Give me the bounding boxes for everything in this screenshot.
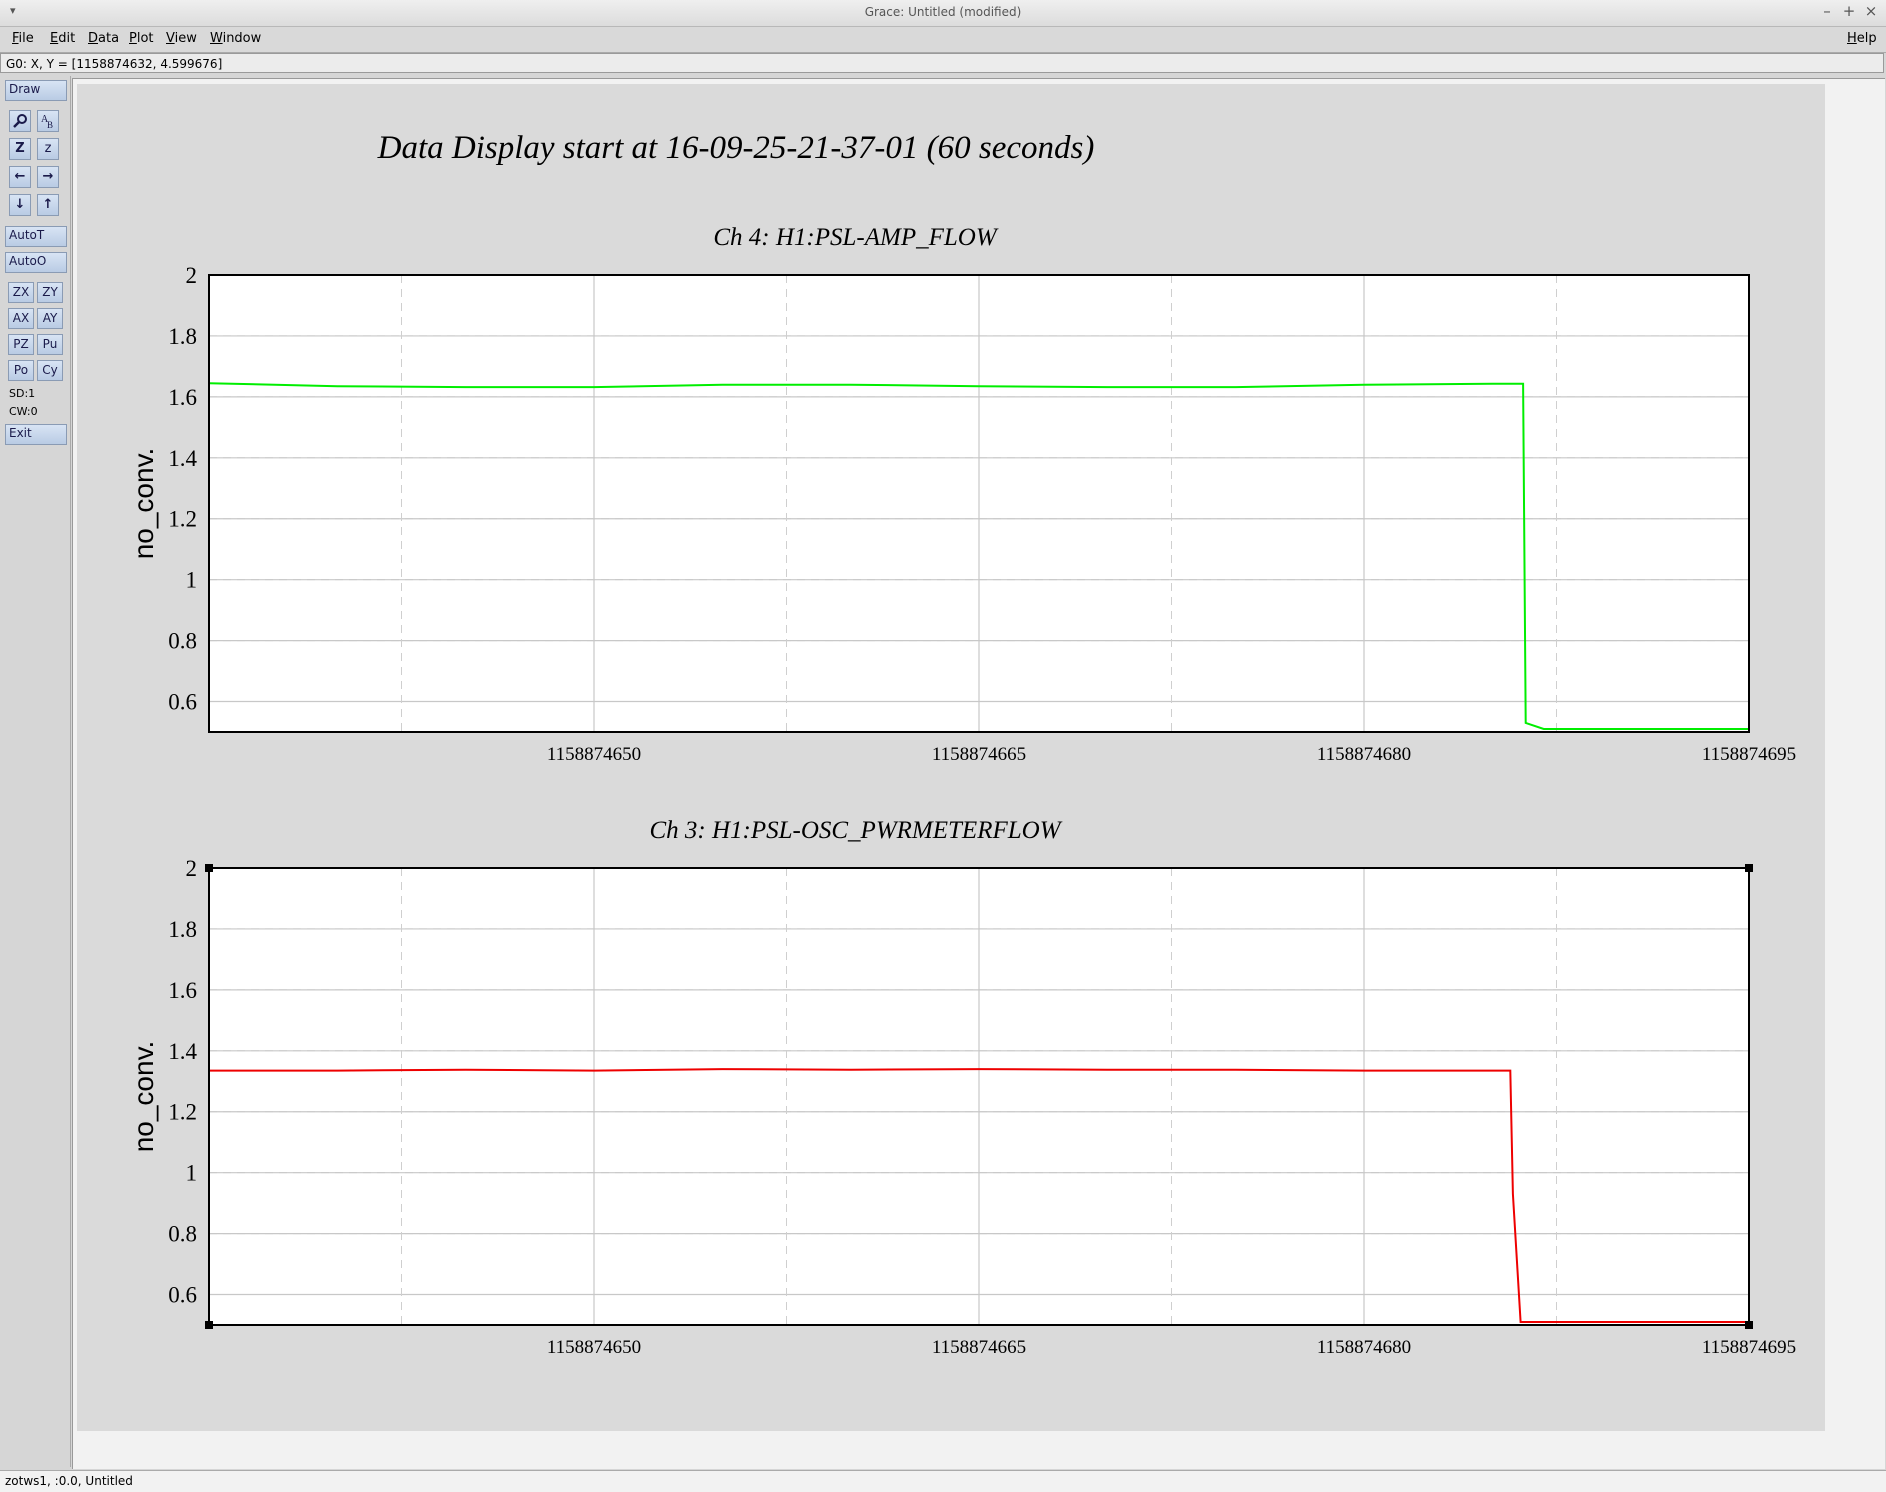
x-tick-label: 1158874665 — [932, 1337, 1026, 1358]
current-world-label: CW:0 — [9, 405, 38, 418]
plot-canvas[interactable]: Data Display start at 16-09-25-21-37-01 … — [77, 84, 1825, 1431]
po-button[interactable]: Po — [8, 360, 34, 381]
y-tick-label: 1.6 — [168, 385, 197, 410]
x-tick-label: 1158874695 — [1702, 744, 1796, 765]
graph-0: 0.6 0.8 1 1.2 1.4 1.6 1.8 2 1158874650 1158874665… — [128, 224, 1796, 765]
horizontal-scrollbar[interactable] — [73, 1453, 1885, 1469]
close-icon[interactable]: × — [1862, 2, 1880, 20]
status-bar: zotws1, :0.0, Untitled — [0, 1470, 1886, 1492]
menu-data[interactable]: Data — [88, 31, 119, 46]
x-tick-label: 1158874680 — [1317, 1337, 1411, 1358]
autoscale-button[interactable]: AutoT — [5, 226, 67, 247]
pu-button[interactable]: Pu — [37, 334, 63, 355]
selection-handle — [1745, 864, 1753, 872]
set-depth-label: SD:1 — [9, 387, 36, 400]
canvas-area: Data Display start at 16-09-25-21-37-01 … — [72, 78, 1885, 1469]
toolbox: Draw AB Z z ← → ↓ ↑ AutoT AutoO ZX ZY AX… — [0, 76, 71, 1467]
menubar: File Edit Data Plot View Window Help — [0, 27, 1886, 53]
scroll-down-button[interactable]: ↓ — [9, 194, 31, 216]
text-tool-icon[interactable]: AB — [37, 110, 59, 132]
x-tick-label: 1158874680 — [1317, 744, 1411, 765]
vertical-scrollbar[interactable] — [1869, 79, 1885, 1469]
autoticks-button[interactable]: AutoO — [5, 252, 67, 273]
main-title: Data Display start at 16-09-25-21-37-01 … — [377, 130, 1095, 166]
window-title: Grace: Untitled (modified) — [864, 5, 1022, 19]
zoom-out-button[interactable]: z — [37, 138, 59, 160]
x-tick-label: 1158874665 — [932, 744, 1026, 765]
y-tick-label: 1.8 — [168, 917, 197, 942]
x-tick-label: 1158874650 — [547, 744, 641, 765]
y-tick-label: 0.8 — [168, 1222, 197, 1247]
graph-1: 0.6 0.8 1 1.2 1.4 1.6 1.8 2 1158874650 1158874665… — [128, 817, 1796, 1358]
y-tick-label: 1.2 — [168, 1100, 197, 1125]
y-tick-label: 1.4 — [168, 1039, 197, 1064]
x-tick-label: 1158874650 — [547, 1337, 641, 1358]
draw-button[interactable]: Draw — [5, 80, 67, 101]
selection-handle — [1745, 1321, 1753, 1329]
y-tick-label: 1.8 — [168, 324, 197, 349]
graph-title: Ch 4: H1:PSL-AMP_FLOW — [713, 224, 998, 251]
menu-plot[interactable]: Plot — [129, 31, 154, 46]
y-tick-label: 1 — [186, 1161, 198, 1186]
y-tick-label: 1.6 — [168, 978, 197, 1003]
maximize-icon[interactable]: + — [1840, 2, 1858, 20]
y-tick-label: 0.8 — [168, 629, 197, 654]
scroll-right-button[interactable]: → — [37, 166, 59, 188]
ay-button[interactable]: AY — [37, 308, 63, 329]
scroll-left-button[interactable]: ← — [9, 166, 31, 188]
exit-button[interactable]: Exit — [5, 424, 67, 445]
menu-view[interactable]: View — [166, 31, 197, 46]
zoom-in-button[interactable]: Z — [9, 138, 31, 160]
y-tick-label: 0.6 — [168, 1283, 197, 1308]
y-tick-label: 1.2 — [168, 507, 197, 532]
x-tick-label: 1158874695 — [1702, 1337, 1796, 1358]
scroll-up-button[interactable]: ↑ — [37, 194, 59, 216]
graph-title: Ch 3: H1:PSL-OSC_PWRMETERFLOW — [649, 817, 1062, 844]
ax-button[interactable]: AX — [8, 308, 34, 329]
minimize-icon[interactable]: – — [1818, 2, 1836, 20]
menu-file[interactable]: File — [12, 31, 34, 46]
selection-handle — [205, 1321, 213, 1329]
window-titlebar: ▾ Grace: Untitled (modified) – + × — [0, 0, 1886, 27]
zx-button[interactable]: ZX — [8, 282, 34, 303]
zy-button[interactable]: ZY — [37, 282, 63, 303]
y-tick-label: 1.4 — [168, 446, 197, 471]
svg-text:B: B — [47, 120, 53, 129]
y-axis-label: no_conv. — [128, 448, 159, 560]
y-tick-label: 2 — [186, 263, 198, 288]
menu-window[interactable]: Window — [210, 31, 261, 46]
y-tick-label: 2 — [186, 856, 198, 881]
selection-handle — [205, 864, 213, 872]
pz-button[interactable]: PZ — [8, 334, 34, 355]
cy-button[interactable]: Cy — [37, 360, 63, 381]
magnifier-icon[interactable] — [9, 110, 31, 132]
y-tick-label: 0.6 — [168, 690, 197, 715]
y-tick-label: 1 — [186, 568, 198, 593]
menu-edit[interactable]: Edit — [50, 31, 75, 46]
y-axis-label: no_conv. — [128, 1041, 159, 1153]
menu-help[interactable]: Help — [1847, 31, 1877, 46]
locator-bar: G0: X, Y = [1158874632, 4.599676] — [0, 53, 1884, 73]
plot-svg: Data Display start at 16-09-25-21-37-01 … — [128, 130, 1796, 1358]
